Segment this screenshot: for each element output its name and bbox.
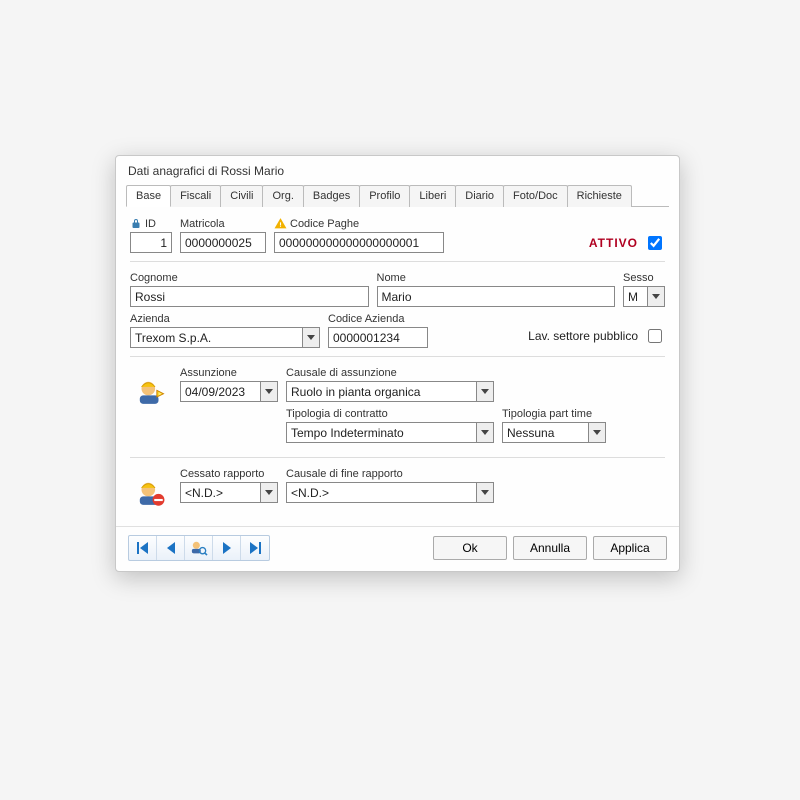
tipologia-contratto-field[interactable] (286, 422, 476, 443)
azienda-dropdown-button[interactable] (302, 327, 320, 348)
matricola-field[interactable] (180, 232, 266, 253)
sesso-label: Sesso (623, 272, 665, 284)
codice-paghe-label: Codice Paghe (274, 217, 444, 230)
first-icon (136, 542, 150, 554)
cognome-label: Cognome (130, 272, 369, 284)
tab-civili[interactable]: Civili (220, 185, 263, 207)
ok-button[interactable]: Ok (433, 536, 507, 560)
tab-profilo[interactable]: Profilo (359, 185, 410, 207)
search-user-icon (190, 540, 208, 556)
causale-assunzione-dropdown-button[interactable] (476, 381, 494, 402)
assunzione-date-button[interactable] (260, 381, 278, 402)
assunzione-field[interactable] (180, 381, 260, 402)
chevron-down-icon (265, 490, 273, 495)
tipologia-parttime-field[interactable] (502, 422, 588, 443)
tab-liberi[interactable]: Liberi (409, 185, 456, 207)
nav-last-button[interactable] (241, 536, 269, 560)
tab-content: ID Matricola Codice Paghe ATTIVO (116, 207, 679, 522)
chevron-down-icon (593, 430, 601, 435)
tab-fiscali[interactable]: Fiscali (170, 185, 221, 207)
tab-badges[interactable]: Badges (303, 185, 360, 207)
nav-prev-button[interactable] (157, 536, 185, 560)
tab-base[interactable]: Base (126, 185, 171, 207)
codice-paghe-field[interactable] (274, 232, 444, 253)
assunzione-label: Assunzione (180, 367, 278, 379)
chevron-down-icon (307, 335, 315, 340)
tab-diario[interactable]: Diario (455, 185, 504, 207)
nome-field[interactable] (377, 286, 616, 307)
apply-button[interactable]: Applica (593, 536, 667, 560)
matricola-label: Matricola (180, 218, 266, 230)
azienda-label: Azienda (130, 313, 320, 325)
warning-icon (274, 217, 287, 230)
nome-label: Nome (377, 272, 616, 284)
worker-terminated-icon (133, 476, 167, 510)
settore-pubblico-checkbox[interactable] (648, 329, 662, 343)
tab-org[interactable]: Org. (262, 185, 303, 207)
causale-fine-label: Causale di fine rapporto (286, 468, 494, 480)
azienda-field[interactable] (130, 327, 302, 348)
tab-fotodoc[interactable]: Foto/Doc (503, 185, 568, 207)
prev-icon (165, 542, 177, 554)
tipologia-parttime-dropdown-button[interactable] (588, 422, 606, 443)
chevron-down-icon (481, 430, 489, 435)
cessato-label: Cessato rapporto (180, 468, 278, 480)
dialog-title: Dati anagrafici di Rossi Mario (116, 156, 679, 182)
causale-fine-field[interactable] (286, 482, 476, 503)
causale-assunzione-label: Causale di assunzione (286, 367, 494, 379)
nav-search-button[interactable] (185, 536, 213, 560)
chevron-down-icon (265, 389, 273, 394)
cognome-field[interactable] (130, 286, 369, 307)
id-label: ID (130, 218, 172, 230)
chevron-down-icon (481, 389, 489, 394)
id-field (130, 232, 172, 253)
sesso-field[interactable] (623, 286, 647, 307)
chevron-down-icon (652, 294, 660, 299)
settore-pubblico-label: Lav. settore pubblico (528, 329, 638, 343)
codice-azienda-label: Codice Azienda (328, 313, 428, 325)
last-icon (248, 542, 262, 554)
tipologia-contratto-dropdown-button[interactable] (476, 422, 494, 443)
tab-richieste[interactable]: Richieste (567, 185, 632, 207)
status-label: ATTIVO (589, 236, 638, 250)
next-icon (221, 542, 233, 554)
cessato-field[interactable] (180, 482, 260, 503)
lock-icon (130, 218, 142, 230)
codice-azienda-field[interactable] (328, 327, 428, 348)
tipologia-parttime-label: Tipologia part time (502, 408, 606, 420)
sesso-dropdown-button[interactable] (647, 286, 665, 307)
chevron-down-icon (481, 490, 489, 495)
nav-first-button[interactable] (129, 536, 157, 560)
tipologia-contratto-label: Tipologia di contratto (286, 408, 494, 420)
worker-hired-icon (133, 375, 167, 409)
cessato-date-button[interactable] (260, 482, 278, 503)
dialog-button-bar: Ok Annulla Applica (116, 526, 679, 571)
causale-assunzione-field[interactable] (286, 381, 476, 402)
cancel-button[interactable]: Annulla (513, 536, 587, 560)
status-checkbox[interactable] (648, 236, 662, 250)
record-nav-group (128, 535, 270, 561)
nav-next-button[interactable] (213, 536, 241, 560)
employee-dialog: Dati anagrafici di Rossi Mario Base Fisc… (115, 155, 680, 572)
tab-bar: Base Fiscali Civili Org. Badges Profilo … (126, 184, 669, 207)
causale-fine-dropdown-button[interactable] (476, 482, 494, 503)
